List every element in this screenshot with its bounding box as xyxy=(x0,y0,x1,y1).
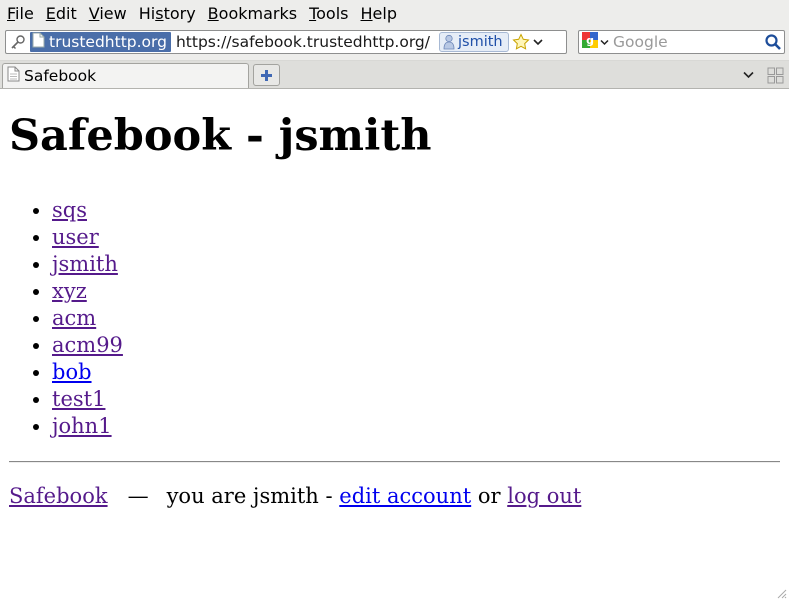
resize-grip-icon[interactable] xyxy=(775,584,787,599)
list-item: acm xyxy=(52,305,123,332)
site-identity-button[interactable]: trustedhttp.org xyxy=(30,32,171,52)
menu-bar: File Edit View History Bookmarks Tools H… xyxy=(0,0,789,26)
tab-safebook[interactable]: Safebook xyxy=(2,63,249,88)
user-link[interactable]: xyz xyxy=(52,279,87,303)
user-link[interactable]: john1 xyxy=(52,414,112,438)
url-text[interactable]: https://safebook.trustedhttp.org/ xyxy=(176,33,430,51)
list-item: john1 xyxy=(52,413,123,440)
menu-help[interactable]: Help xyxy=(354,4,402,23)
history-dropdown-icon[interactable] xyxy=(532,33,544,51)
user-link[interactable]: sqs xyxy=(52,198,87,222)
menu-bookmarks[interactable]: Bookmarks xyxy=(201,4,302,23)
menu-view[interactable]: View xyxy=(82,4,132,23)
you-are-text: you are jsmith - xyxy=(166,484,333,508)
new-tab-button[interactable] xyxy=(253,64,280,86)
list-item: test1 xyxy=(52,386,123,413)
list-item: user xyxy=(52,224,123,251)
search-engine-selector[interactable]: g xyxy=(582,32,609,52)
list-item: bob xyxy=(52,359,123,386)
log-out-link[interactable]: log out xyxy=(507,484,581,508)
user-link[interactable]: user xyxy=(52,225,99,249)
home-link[interactable]: Safebook xyxy=(9,484,108,508)
plus-icon xyxy=(260,69,273,82)
user-list: sqs user jsmith xyz acm acm99 bob test1 … xyxy=(0,197,123,440)
key-icon[interactable] xyxy=(8,32,28,52)
menu-tools[interactable]: Tools xyxy=(302,4,353,23)
list-item: xyz xyxy=(52,278,123,305)
list-item: sqs xyxy=(52,197,123,224)
user-link[interactable]: test1 xyxy=(52,387,105,411)
edit-account-link[interactable]: edit account xyxy=(339,484,471,508)
bookmark-star-icon[interactable] xyxy=(512,33,530,51)
dash-separator: — xyxy=(127,484,149,508)
menu-file[interactable]: File xyxy=(0,4,39,23)
tab-bar: Safebook xyxy=(0,61,789,89)
user-icon xyxy=(443,34,455,50)
all-tabs-icon[interactable] xyxy=(766,66,784,84)
menu-edit[interactable]: Edit xyxy=(39,4,82,23)
footer: Safebook — you are jsmith - edit account o… xyxy=(9,484,581,509)
page-icon xyxy=(7,66,20,86)
user-link[interactable]: acm99 xyxy=(52,333,123,357)
chevron-down-icon xyxy=(600,39,609,46)
navigation-toolbar: trustedhttp.org https://safebook.trusted… xyxy=(0,26,789,61)
page-content: Safebook - jsmith sqs user jsmith xyz ac… xyxy=(0,89,789,598)
svg-text:g: g xyxy=(586,34,594,47)
search-icon[interactable] xyxy=(764,33,782,51)
page-icon xyxy=(32,32,45,52)
list-item: jsmith xyxy=(52,251,123,278)
user-link[interactable]: acm xyxy=(52,306,96,330)
search-bar[interactable]: g xyxy=(578,30,785,54)
user-link[interactable]: jsmith xyxy=(52,252,118,276)
list-item: acm99 xyxy=(52,332,123,359)
identity-label: trustedhttp.org xyxy=(49,33,167,51)
url-bar[interactable]: trustedhttp.org https://safebook.trusted… xyxy=(5,30,567,54)
search-input[interactable] xyxy=(613,33,763,51)
chevron-down-icon[interactable] xyxy=(741,67,755,83)
divider xyxy=(9,461,780,463)
google-icon: g xyxy=(582,32,598,52)
user-badge-label: jsmith xyxy=(458,34,503,50)
or-text: or xyxy=(477,484,501,508)
user-identity-badge[interactable]: jsmith xyxy=(439,32,509,52)
tab-label: Safebook xyxy=(24,67,97,85)
user-link[interactable]: bob xyxy=(52,360,92,384)
page-title: Safebook - jsmith xyxy=(9,111,432,161)
menu-history[interactable]: History xyxy=(132,4,201,23)
